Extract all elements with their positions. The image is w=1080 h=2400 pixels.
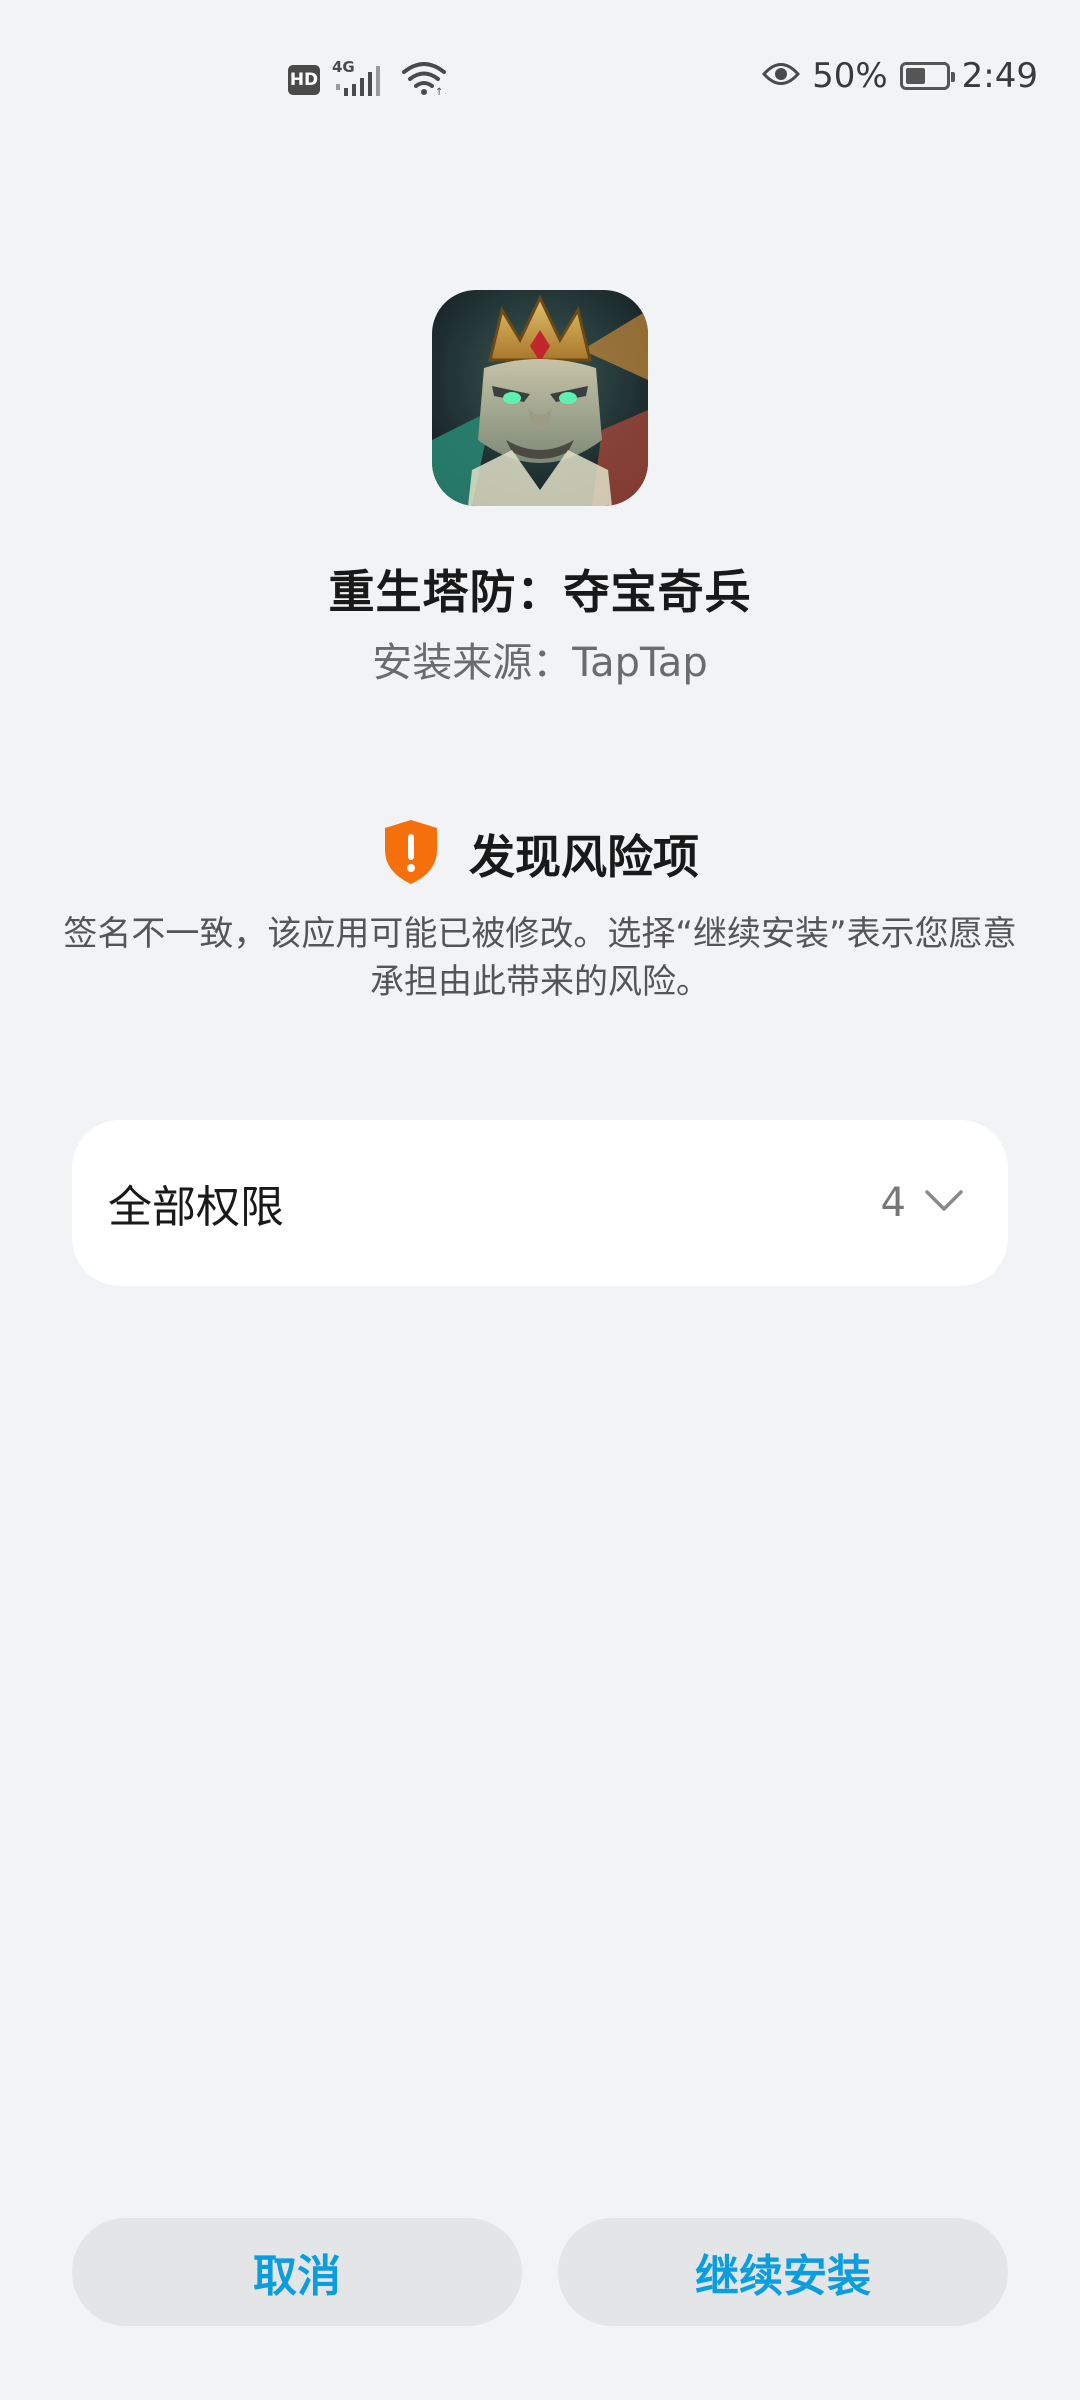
continue-install-button[interactable]: 继续安装 (558, 2218, 1008, 2326)
permissions-count: 4 (880, 1180, 906, 1226)
app-name: 重生塔防：夺宝奇兵 (328, 565, 752, 619)
chevron-down-icon[interactable] (924, 1189, 964, 1217)
svg-text:↑↓: ↑↓ (435, 87, 446, 96)
hd-icon: HD (288, 65, 320, 95)
permissions-label: 全部权限 (108, 1182, 284, 1233)
risk-header: 发现风险项 (0, 818, 1080, 890)
status-bar-right: 50% 2:49 (762, 56, 1038, 96)
signal-icon: 4G (332, 58, 390, 98)
install-screen: HD 4G ↑↓ (0, 0, 1080, 2400)
eye-icon (762, 56, 801, 96)
status-bar-left: HD 4G ↑↓ (288, 58, 452, 100)
clock: 2:49 (961, 56, 1038, 96)
install-source: 安装来源：TapTap (372, 640, 708, 686)
risk-description: 签名不一致，该应用可能已被修改。选择“继续安装”表示您愿意承担由此带来的风险。 (63, 914, 1017, 1002)
battery-icon (899, 62, 955, 90)
shield-warning-icon (381, 818, 441, 890)
app-icon (432, 290, 648, 506)
risk-title: 发现风险项 (469, 830, 699, 884)
battery-percent: 50% (812, 56, 888, 96)
status-bar: HD 4G ↑↓ (0, 0, 1080, 160)
cancel-button[interactable]: 取消 (72, 2218, 522, 2326)
all-permissions-row[interactable]: 全部权限 4 (72, 1120, 1008, 1286)
battery-cap (950, 72, 955, 82)
battery-level (905, 68, 925, 84)
wifi-icon: ↑↓ (402, 60, 452, 100)
